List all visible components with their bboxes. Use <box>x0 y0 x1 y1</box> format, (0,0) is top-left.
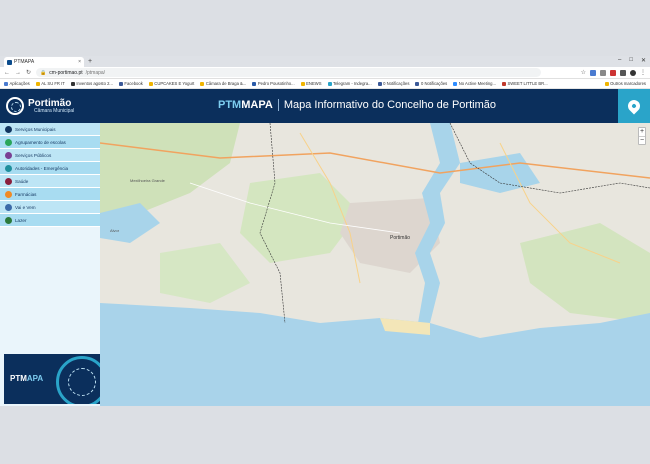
page-subtitle: Mapa Informativo do Concelho de Portimão <box>283 99 496 111</box>
tab-bar: PTMAPA × + – □ ✕ <box>0 56 650 67</box>
zoom-control: + − <box>638 127 646 145</box>
extensions-area: ☆ ⋮ <box>581 69 646 76</box>
location-pin-icon <box>625 97 643 115</box>
ptmapa-promo: PTMAPA <box>4 354 100 404</box>
map-label-portimao: Portimão <box>390 235 411 241</box>
portimao-logo-icon <box>6 97 24 115</box>
desktop-background <box>0 406 650 464</box>
back-icon[interactable]: ← <box>4 70 10 76</box>
locate-button[interactable] <box>618 89 650 123</box>
bookmark-star-icon[interactable]: ☆ <box>581 69 586 76</box>
sidebar-item-servicos-municipais[interactable]: Serviços Municipais <box>0 123 100 136</box>
bookmark-item[interactable]: No Active Meeting... <box>453 81 496 86</box>
extension-icon[interactable] <box>590 69 596 76</box>
school-icon <box>5 138 12 146</box>
bookmark-item[interactable]: ENEWS <box>300 81 322 86</box>
bus-icon <box>5 203 12 211</box>
bookmark-item[interactable]: AL SU FR IT <box>35 81 65 86</box>
bookmarks-bar: Aplicações AL SU FR IT Inventos agosto 2… <box>0 79 650 89</box>
sidebar-item-saude[interactable]: Saúde <box>0 175 100 188</box>
bookmark-item[interactable]: Telegram - Indegra... <box>327 81 372 86</box>
sidebar-item-farmacias[interactable]: Farmácias <box>0 188 100 201</box>
page-title: PTM MAPA Mapa Informativo do Concelho de … <box>218 99 496 111</box>
public-services-icon <box>5 151 12 159</box>
health-icon <box>5 177 12 185</box>
emergency-icon <box>5 164 12 172</box>
sidebar-item-vai-e-vem[interactable]: Vai e Vem <box>0 201 100 214</box>
bookmark-item[interactable]: Facebook <box>118 81 143 86</box>
url-path: /ptmapa/ <box>85 69 106 76</box>
sidebar-item-lazer[interactable]: Lazer <box>0 214 100 227</box>
window-controls: – □ ✕ <box>618 57 646 64</box>
promo-ring-inner-icon <box>68 368 96 396</box>
favicon-icon <box>7 59 12 65</box>
zoom-in-button[interactable]: + <box>639 128 645 136</box>
browser-tab[interactable]: PTMAPA × <box>4 57 84 67</box>
url-field[interactable]: 🔒 cm-portimao.pt/ptmapa/ <box>36 68 542 77</box>
app-header: Portimão Câmara Municipal PTM MAPA Mapa I… <box>0 89 650 123</box>
bookmark-item[interactable]: Inventos agosto 2... <box>70 81 113 86</box>
title-divider <box>277 99 279 111</box>
map-canvas <box>100 123 650 406</box>
sidebar-item-servicos-publicos[interactable]: Serviços Públicos <box>0 149 100 162</box>
minimize-button[interactable]: – <box>618 57 621 64</box>
bookmark-item[interactable]: Aplicações <box>4 81 30 86</box>
sidebar-item-autoridades[interactable]: Autoridades - Emergência <box>0 162 100 175</box>
extension-icon[interactable] <box>620 69 626 76</box>
bookmark-item[interactable]: CUPCAKES E Yogurt <box>148 81 194 86</box>
lock-icon: 🔒 <box>40 69 47 76</box>
logo-subtitle: Câmara Municipal <box>34 107 75 114</box>
tab-title: PTMAPA <box>14 59 35 65</box>
bookmark-item[interactable]: Pedro Pousotinho... <box>252 81 295 86</box>
menu-icon[interactable]: ⋮ <box>640 69 646 76</box>
extension-icon[interactable] <box>600 69 606 76</box>
map-label-mexilhoeira: Mexilhoeira Grande <box>130 178 165 183</box>
logo-name: Portimão <box>28 97 72 109</box>
leisure-icon <box>5 216 12 224</box>
bookmark-item[interactable]: SWEET LITTLE BR... <box>502 81 548 86</box>
profile-avatar[interactable] <box>630 69 636 76</box>
portimao-logo[interactable]: Portimão Câmara Municipal <box>0 97 150 115</box>
bookmark-item[interactable]: 0 Notificações <box>415 81 447 86</box>
sidebar: Serviços Municipais Agrupamento de escol… <box>0 123 100 406</box>
municipal-icon <box>5 125 12 133</box>
url-domain: cm-portimao.pt <box>49 69 83 76</box>
promo-title: PTMAPA <box>10 374 44 383</box>
map-label-alvor: Alvor <box>110 228 120 233</box>
close-tab-icon[interactable]: × <box>78 59 81 65</box>
forward-icon[interactable]: → <box>15 70 21 76</box>
map-view[interactable]: Portimão Alvor Mexilhoeira Grande + − <box>100 123 650 406</box>
bookmark-item[interactable]: 0 Notificações <box>377 81 409 86</box>
title-ptm: PTM <box>218 99 242 111</box>
reload-icon[interactable]: ↻ <box>26 69 31 76</box>
maximize-button[interactable]: □ <box>629 57 633 64</box>
new-tab-button[interactable]: + <box>88 57 92 67</box>
pharmacy-icon <box>5 190 12 198</box>
browser-window: PTMAPA × + – □ ✕ ← → ↻ 🔒 cm-portimao.pt /… <box>0 56 650 406</box>
close-window-button[interactable]: ✕ <box>641 57 646 64</box>
zoom-out-button[interactable]: − <box>639 136 645 144</box>
sidebar-item-agrupamento-escolas[interactable]: Agrupamento de escolas <box>0 136 100 149</box>
other-bookmarks[interactable]: Outros marcadores <box>604 81 646 86</box>
bookmark-item[interactable]: Câmara de Braga &... <box>200 81 246 86</box>
address-bar-row: ← → ↻ 🔒 cm-portimao.pt/ptmapa/ ☆ ⋮ <box>0 67 650 79</box>
extension-icon[interactable] <box>610 69 616 76</box>
title-mapa: MAPA <box>241 99 273 111</box>
main-area: Serviços Municipais Agrupamento de escol… <box>0 123 650 406</box>
